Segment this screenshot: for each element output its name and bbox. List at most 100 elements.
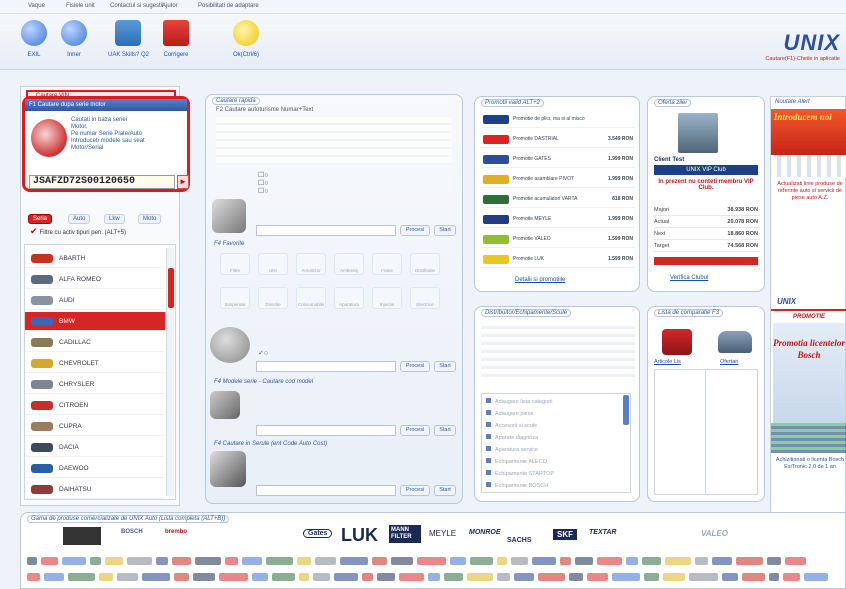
small-brand-logo[interactable] (722, 573, 738, 581)
small-brand-logo[interactable] (470, 557, 493, 565)
small-brand-logo[interactable] (225, 557, 238, 565)
brand-sachs[interactable]: SACHS (507, 537, 532, 544)
promo-row[interactable]: Promotie asamblare PIVOT 1.999 RON (481, 171, 635, 188)
favorite-filtre[interactable]: Filtre (220, 253, 250, 275)
dist-item[interactable]: Aparatura service (486, 446, 538, 453)
brand-item[interactable]: AUDI (25, 291, 165, 310)
vin-search-button[interactable]: ► (177, 175, 189, 189)
car-icon[interactable] (718, 331, 752, 353)
small-brand-logo[interactable] (297, 557, 311, 565)
radio-options[interactable]: ☐○ ☐○ ☐○ (258, 171, 269, 195)
small-brand-logo[interactable] (377, 573, 395, 581)
small-brand-logo[interactable] (68, 573, 95, 581)
tab-auto[interactable]: Auto (68, 214, 91, 224)
code-input[interactable] (256, 485, 396, 496)
small-brand-logo[interactable] (272, 573, 295, 581)
dist-scrollbar[interactable] (623, 395, 629, 425)
favorite-frane[interactable]: Frane (372, 253, 402, 275)
small-brand-logo[interactable] (41, 557, 58, 565)
small-brand-logo[interactable] (804, 573, 828, 581)
skills-button[interactable]: UAK Skills? Q2 (108, 20, 149, 58)
dist-item[interactable]: Adaugare piese (486, 410, 534, 417)
small-brand-logo[interactable] (172, 557, 191, 565)
dist-item[interactable]: Echipamente ALECO (486, 458, 547, 465)
small-brand-logo[interactable] (689, 573, 718, 581)
small-brand-logo[interactable] (27, 573, 40, 581)
small-brand-logo[interactable] (644, 573, 659, 581)
back-button[interactable]: EXIL (14, 20, 54, 58)
menu-item-settings[interactable]: Posibilitati de adaptare (198, 3, 259, 9)
dist-item[interactable]: Aparate diagnoza (486, 434, 538, 441)
small-brand-logo[interactable] (626, 557, 638, 565)
small-brand-logo[interactable] (27, 557, 37, 565)
small-brand-logo[interactable] (372, 557, 387, 565)
favorite-ambreiaj[interactable]: Ambreiaj (334, 253, 364, 275)
small-brand-logo[interactable] (769, 573, 779, 581)
small-brand-logo[interactable] (391, 557, 413, 565)
small-brand-logo[interactable] (514, 573, 534, 581)
favorite-suspensie[interactable]: Suspensie (220, 287, 250, 309)
small-brand-logo[interactable] (299, 573, 309, 581)
radio-option[interactable]: ✓○ (258, 349, 268, 357)
process-button[interactable]: Procesi (400, 225, 430, 236)
brand-mann[interactable]: MANN FILTER (389, 525, 421, 543)
small-brand-logo[interactable] (575, 557, 593, 565)
small-brand-logo[interactable] (340, 557, 368, 565)
favorite-directie[interactable]: Directie (258, 287, 288, 309)
small-brand-logo[interactable] (532, 557, 556, 565)
brand-gates[interactable]: Gates (303, 529, 333, 538)
small-brand-logo[interactable] (399, 573, 424, 581)
small-brand-logo[interactable] (736, 557, 763, 565)
articles-link[interactable]: Articole Lis (654, 359, 681, 365)
filter-checkbox[interactable]: ✔ Filtre cu activ tipuri pen. (ALT+5) (30, 226, 180, 237)
brand-item[interactable]: CHRYSLER (25, 375, 165, 394)
small-brand-logo[interactable] (538, 573, 565, 581)
start-button[interactable]: Start (434, 361, 456, 372)
dist-item[interactable]: Adaugare lista categorii (486, 398, 552, 405)
small-brand-logo[interactable] (695, 557, 708, 565)
brand-luk[interactable]: LUK (341, 525, 378, 546)
favorite-consumabile[interactable]: Consumabile (296, 287, 326, 309)
brand-list-scrollbar[interactable] (166, 248, 174, 496)
brand-item[interactable]: CUPRA (25, 417, 165, 436)
start-button[interactable]: Start (434, 425, 456, 436)
small-brand-logo[interactable] (156, 557, 168, 565)
brand-item[interactable]: DACIA (25, 438, 165, 457)
brand-item[interactable]: CHEVROLET (25, 354, 165, 373)
start-button[interactable]: Start (434, 225, 456, 236)
small-brand-logo[interactable] (767, 557, 781, 565)
brand-monroe[interactable]: MONROE (469, 529, 501, 536)
tab-lkw[interactable]: Lkw (104, 214, 125, 224)
small-brand-logo[interactable] (783, 573, 800, 581)
small-brand-logo[interactable] (444, 573, 463, 581)
brand-item[interactable]: ALFA ROMEO (25, 270, 165, 289)
brand-logo-dark[interactable] (63, 527, 101, 545)
club-link[interactable]: Verifica Clubul (670, 275, 708, 281)
start-button[interactable]: Start (434, 485, 456, 496)
small-brand-logo[interactable] (785, 557, 806, 565)
small-brand-logo[interactable] (313, 573, 330, 581)
small-brand-logo[interactable] (663, 573, 685, 581)
small-brand-logo[interactable] (174, 573, 189, 581)
process-button[interactable]: Procesi (400, 485, 430, 496)
small-brand-logo[interactable] (560, 557, 571, 565)
promo-details-link[interactable]: Detalii si promotiile (515, 277, 565, 283)
logo-sub-link[interactable]: Cautare(F1)-Cheile in aplicatie (764, 56, 840, 62)
small-brand-logo[interactable] (44, 573, 64, 581)
small-brand-logo[interactable] (497, 573, 510, 581)
brand-brembo[interactable]: brembo (165, 529, 187, 535)
small-brand-logo[interactable] (315, 557, 336, 565)
small-brand-logo[interactable] (266, 557, 293, 565)
small-brand-logo[interactable] (511, 557, 528, 565)
small-brand-logo[interactable] (127, 557, 152, 565)
small-brand-logo[interactable] (467, 573, 493, 581)
favorite-ulei[interactable]: Ulei (258, 253, 288, 275)
small-brand-logo[interactable] (665, 557, 691, 565)
bosch-promo[interactable]: Promotia licentelor Bosch (773, 323, 845, 423)
small-brand-logo[interactable] (334, 573, 358, 581)
brand-textar[interactable]: TEXTAR (589, 529, 616, 536)
scrollbar-thumb[interactable] (168, 268, 174, 308)
tab-seria[interactable]: Seria (28, 214, 53, 224)
vin-input[interactable]: JSAFZD72S00120650 (29, 175, 175, 189)
promo-row[interactable]: Promotie VALEO 1.599 RON (481, 231, 635, 248)
